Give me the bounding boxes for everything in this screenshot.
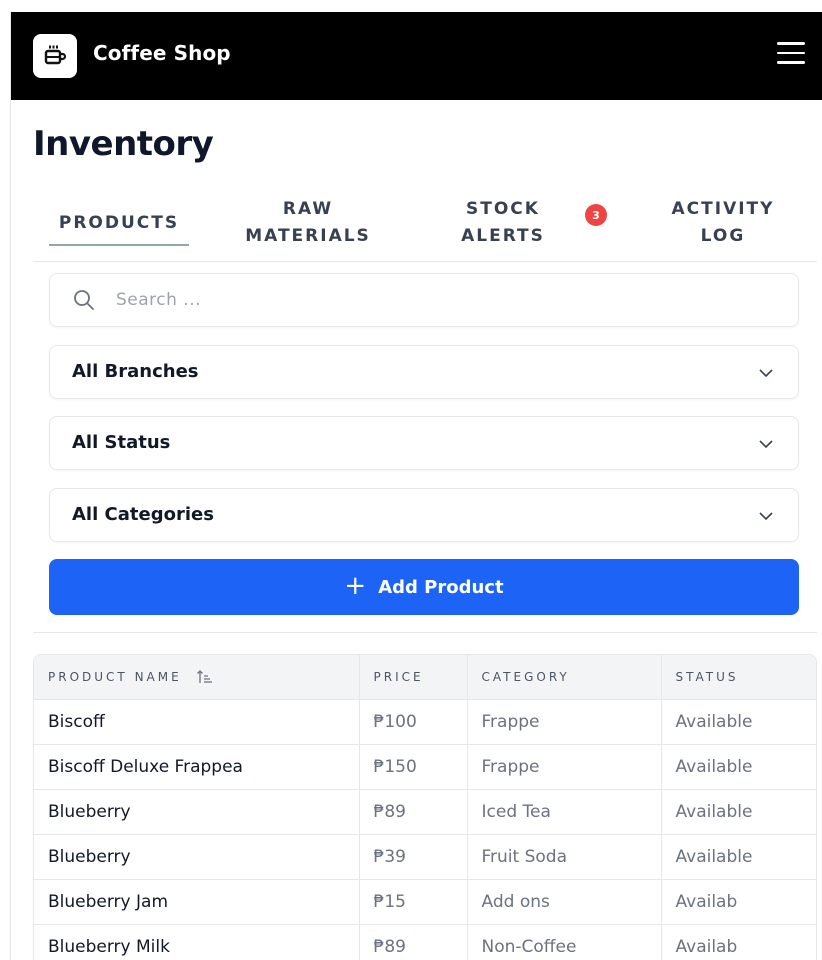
product-name-cell: Blueberry Milk <box>34 924 360 960</box>
price-cell: ₱100 <box>359 699 468 745</box>
category-cell: Frappe <box>467 699 662 745</box>
hamburger-menu-icon[interactable] <box>777 42 805 68</box>
column-header-price[interactable]: PRICE <box>359 655 468 700</box>
status-cell: Available <box>661 744 816 790</box>
plus-icon: + <box>344 571 367 601</box>
status-cell: Availab <box>661 879 816 925</box>
tab-label: STOCK <box>466 199 540 219</box>
tab-bar: PRODUCTS RAW MATERIALS STOCK ALERTS 3 AC… <box>33 184 817 262</box>
column-header-label: PRODUCT NAME <box>48 669 182 684</box>
coffee-cup-icon[interactable] <box>33 34 77 78</box>
price-cell: ₱89 <box>359 789 468 835</box>
table-row[interactable]: Biscoff Deluxe Frappea ₱150 Frappe Avail… <box>34 744 816 790</box>
top-bar: Coffee Shop <box>11 12 822 100</box>
table-row[interactable]: Blueberry Jam ₱15 Add ons Availab <box>34 879 816 925</box>
branch-select-value: All Branches <box>72 361 199 382</box>
price-cell: ₱150 <box>359 744 468 790</box>
product-name-cell: Biscoff Deluxe Frappea <box>34 744 360 790</box>
tab-stock-alerts[interactable]: STOCK ALERTS <box>443 184 563 262</box>
category-cell: Non-Coffee <box>467 924 662 960</box>
price-cell: ₱15 <box>359 879 468 925</box>
chevron-down-icon <box>759 369 773 378</box>
table-row[interactable]: Biscoff ₱100 Frappe Available <box>34 699 816 745</box>
column-header-status[interactable]: STATUS <box>661 655 816 700</box>
product-name-cell: Blueberry Jam <box>34 879 360 925</box>
tab-activity-log[interactable]: ACTIVITY LOG <box>663 184 783 262</box>
price-cell: ₱89 <box>359 924 468 960</box>
search-icon <box>74 290 94 310</box>
product-name-cell: Blueberry <box>34 834 360 880</box>
search-box <box>49 273 799 327</box>
page-title: Inventory <box>33 124 214 164</box>
stock-alerts-badge: 3 <box>585 204 607 226</box>
active-tab-indicator <box>49 244 189 246</box>
tab-label: LOG <box>700 226 746 246</box>
table-row[interactable]: Blueberry ₱89 Iced Tea Available <box>34 789 816 835</box>
tab-products[interactable]: PRODUCTS <box>49 184 189 262</box>
add-product-label: Add Product <box>378 576 504 598</box>
table-row[interactable]: Blueberry Milk ₱89 Non-Coffee Availab <box>34 924 816 960</box>
column-header-category[interactable]: CATEGORY <box>467 655 662 700</box>
status-select-value: All Status <box>72 432 171 453</box>
table-header-row: PRODUCT NAME PRICE CATEGORY STATUS <box>34 655 816 700</box>
chevron-down-icon <box>759 440 773 449</box>
product-name-cell: Biscoff <box>34 699 360 745</box>
products-table: PRODUCT NAME PRICE CATEGORY STATUS Bisco… <box>33 654 817 960</box>
category-select[interactable]: All Categories <box>49 488 799 542</box>
status-cell: Available <box>661 789 816 835</box>
chevron-down-icon <box>759 512 773 521</box>
column-header-product-name[interactable]: PRODUCT NAME <box>34 655 360 700</box>
status-select[interactable]: All Status <box>49 416 799 470</box>
tab-label: RAW <box>282 199 334 219</box>
category-select-value: All Categories <box>72 504 214 525</box>
branch-select[interactable]: All Branches <box>49 345 799 399</box>
tab-label: ALERTS <box>461 226 545 246</box>
tab-label: ACTIVITY <box>671 199 775 219</box>
add-product-button[interactable]: + Add Product <box>49 559 799 615</box>
tab-raw-materials[interactable]: RAW MATERIALS <box>238 184 378 262</box>
section-divider <box>33 632 817 633</box>
category-cell: Iced Tea <box>467 789 662 835</box>
tab-label: PRODUCTS <box>58 212 180 233</box>
app-frame: Coffee Shop Inventory PRODUCTS RAW MATER… <box>10 12 822 960</box>
product-name-cell: Blueberry <box>34 789 360 835</box>
table-row[interactable]: Blueberry ₱39 Fruit Soda Available <box>34 834 816 880</box>
category-cell: Fruit Soda <box>467 834 662 880</box>
tab-label: MATERIALS <box>245 226 371 246</box>
status-cell: Availab <box>661 924 816 960</box>
category-cell: Add ons <box>467 879 662 925</box>
app-title: Coffee Shop <box>93 41 231 65</box>
sort-ascending-icon[interactable] <box>196 670 213 684</box>
price-cell: ₱39 <box>359 834 468 880</box>
search-input[interactable] <box>116 274 776 326</box>
category-cell: Frappe <box>467 744 662 790</box>
status-cell: Available <box>661 834 816 880</box>
status-cell: Available <box>661 699 816 745</box>
